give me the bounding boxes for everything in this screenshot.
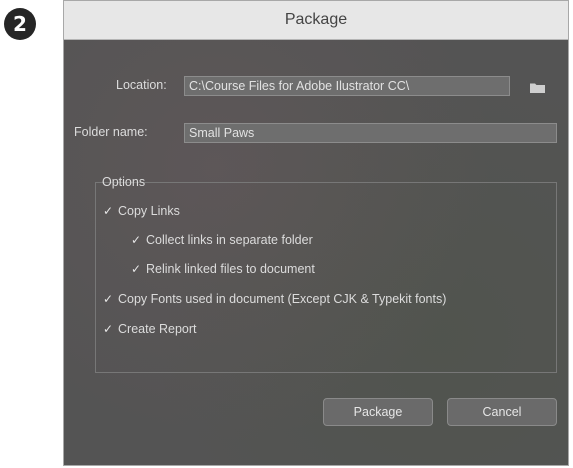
checkbox-label: Copy Links (118, 204, 180, 218)
checkmark-icon: ✓ (131, 233, 142, 247)
package-button[interactable]: Package (323, 398, 433, 426)
copy-links-checkbox[interactable]: ✓ Copy Links (103, 204, 180, 218)
checkmark-icon: ✓ (103, 204, 114, 218)
dialog-body: Location: C:\Course Files for Adobe Ilus… (64, 40, 568, 465)
cancel-button[interactable]: Cancel (447, 398, 557, 426)
checkbox-label: Copy Fonts used in document (Except CJK … (118, 292, 447, 306)
relink-files-checkbox[interactable]: ✓ Relink linked files to document (131, 262, 315, 276)
location-field[interactable]: C:\Course Files for Adobe Ilustrator CC\ (184, 76, 510, 96)
location-label: Location: (116, 78, 167, 92)
folder-icon[interactable] (530, 82, 545, 93)
options-heading: Options (102, 175, 146, 189)
checkmark-icon: ✓ (103, 292, 114, 306)
dialog-titlebar: Package (64, 1, 568, 40)
copy-fonts-checkbox[interactable]: ✓ Copy Fonts used in document (Except CJ… (103, 292, 446, 306)
create-report-checkbox[interactable]: ✓ Create Report (103, 322, 197, 336)
dialog-title: Package (284, 11, 348, 28)
checkbox-label: Relink linked files to document (146, 262, 315, 276)
checkbox-label: Create Report (118, 322, 197, 336)
package-dialog-window: Package Location: C:\Course Files for Ad… (63, 0, 569, 466)
checkbox-label: Collect links in separate folder (146, 233, 313, 247)
checkmark-icon: ✓ (131, 262, 142, 276)
collect-links-checkbox[interactable]: ✓ Collect links in separate folder (131, 233, 313, 247)
folder-name-label: Folder name: (74, 125, 148, 139)
checkmark-icon: ✓ (103, 322, 114, 336)
folder-name-field[interactable]: Small Paws (184, 123, 557, 143)
step-number-badge: 2 (4, 8, 36, 40)
